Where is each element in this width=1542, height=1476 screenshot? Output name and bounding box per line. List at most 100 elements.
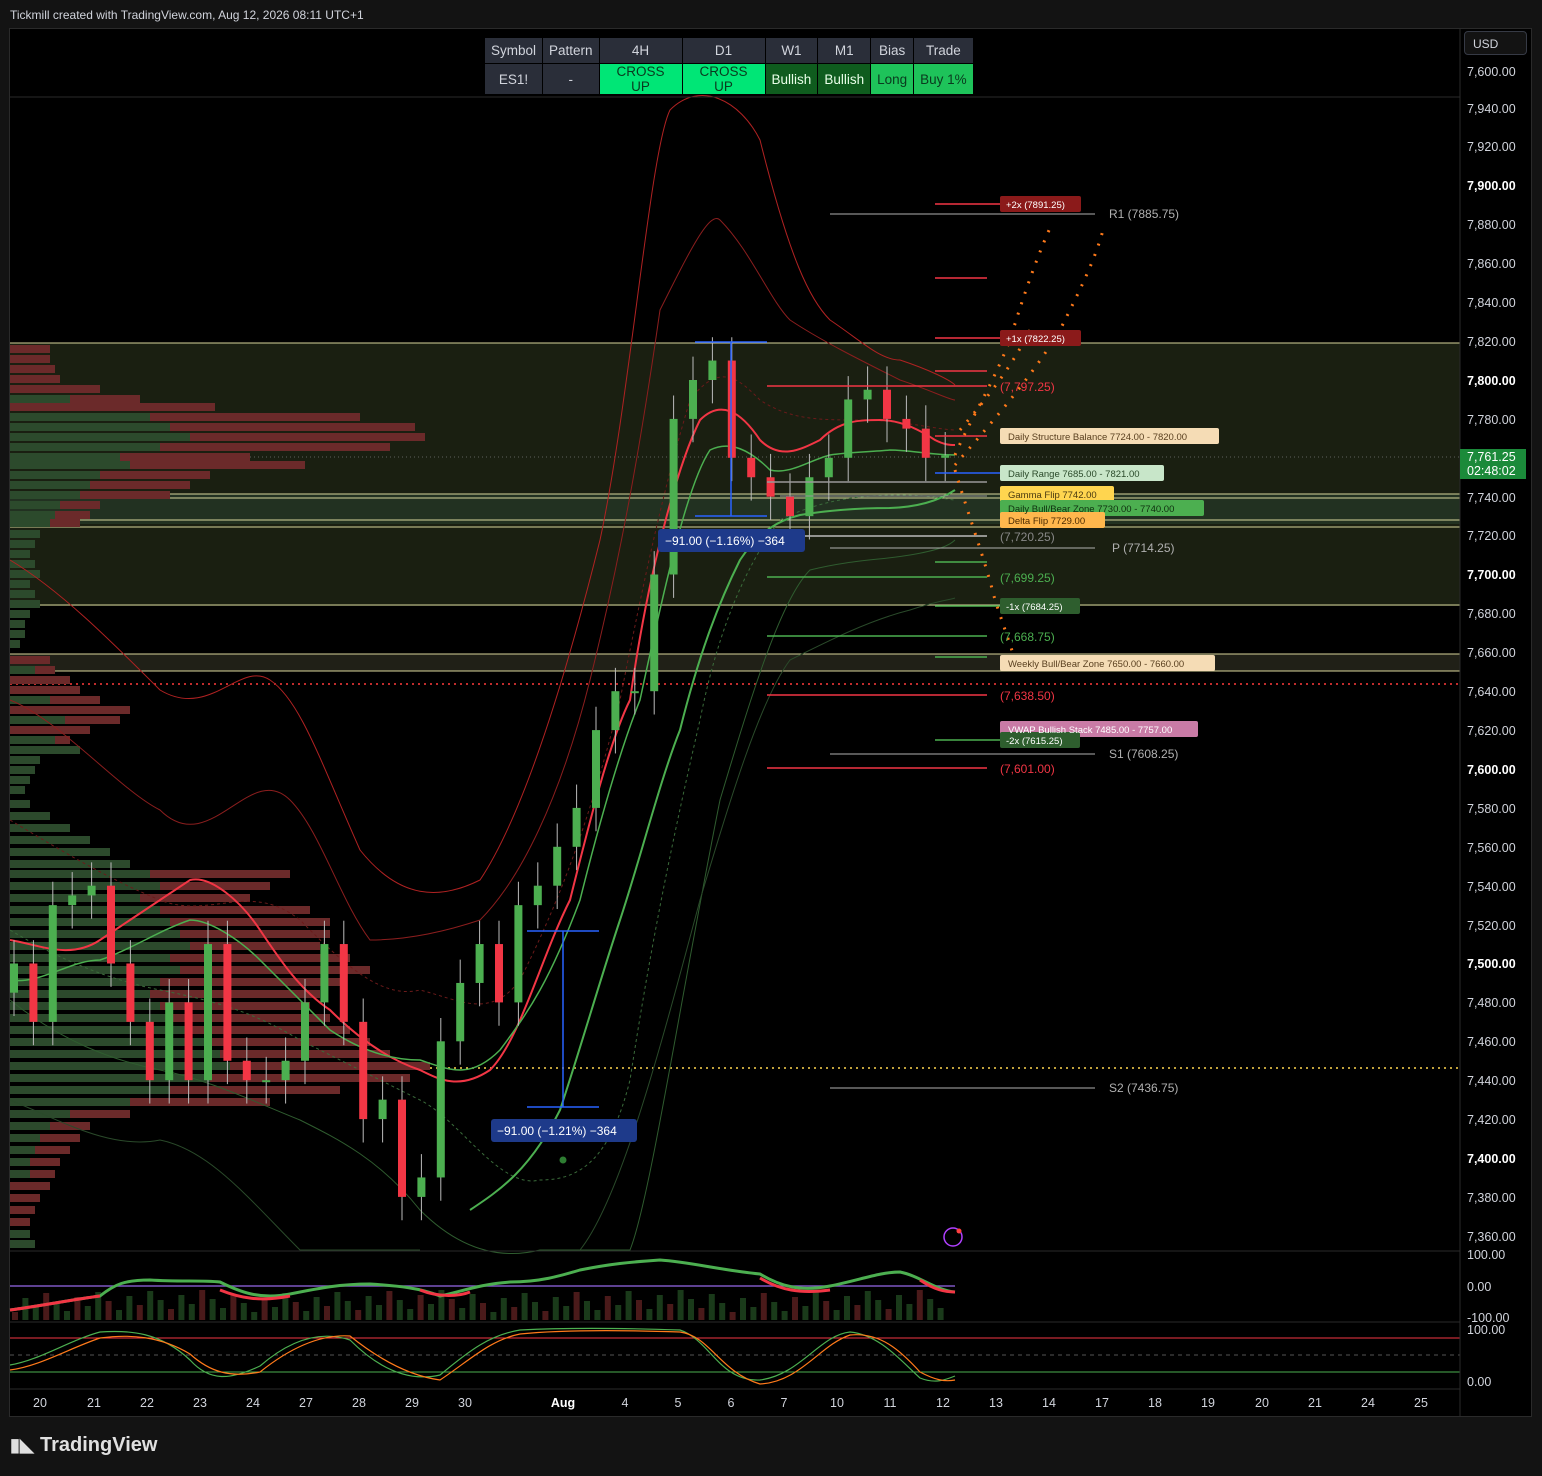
tradingview-logo[interactable]: ▮◣ TradingView — [10, 1434, 157, 1457]
histogram-bar — [188, 1304, 195, 1320]
candle-body — [398, 1099, 406, 1197]
time-tick: 29 — [405, 1396, 419, 1410]
candle-body — [592, 730, 600, 808]
price-axis-labels[interactable]: 7,600.00 7,940.00 7,920.00 7,900.00 7,88… — [1467, 65, 1516, 1389]
price-tick: 7,820.00 — [1467, 335, 1516, 349]
histogram-bar — [532, 1302, 538, 1320]
histogram-bar — [136, 1305, 143, 1320]
candle-body — [824, 457, 833, 478]
val-trade: Buy 1% — [913, 63, 974, 95]
candle-body — [533, 885, 542, 906]
zone-label: Daily Range 7685.00 - 7821.00 — [1008, 469, 1140, 480]
histogram-bar — [833, 1310, 840, 1320]
histogram-bar — [240, 1303, 247, 1320]
time-tick: 21 — [87, 1396, 101, 1410]
osc2-tick: 100.00 — [1467, 1323, 1505, 1337]
currency-button[interactable]: USD — [1464, 31, 1527, 55]
candle-body — [339, 944, 348, 1022]
histogram-bar — [823, 1301, 830, 1320]
price-tick: 7,680.00 — [1467, 607, 1516, 621]
time-tick: 17 — [1095, 1396, 1109, 1410]
candle-body — [10, 963, 18, 993]
histogram-bar — [906, 1304, 913, 1320]
level-label: (7,699.25) — [1000, 571, 1055, 585]
candle-body — [436, 1041, 445, 1178]
price-tick: 7,640.00 — [1467, 685, 1516, 699]
histogram-bar — [573, 1292, 580, 1320]
histogram-bar — [864, 1291, 871, 1320]
histogram-bar — [552, 1297, 559, 1320]
candle-body — [107, 885, 115, 964]
candle-body — [223, 944, 232, 1061]
price-tick: 7,600.00 — [1467, 65, 1516, 79]
histogram-bar — [771, 1302, 778, 1320]
candle-body — [281, 1060, 290, 1081]
histogram-bar — [168, 1309, 174, 1320]
time-tick: 20 — [1255, 1396, 1269, 1410]
candle-body — [475, 944, 484, 983]
candle-body — [29, 963, 38, 1022]
time-tick: 14 — [1042, 1396, 1056, 1410]
histogram-bar — [355, 1310, 362, 1320]
chart-svg[interactable]: 7,600.00 7,940.00 7,920.00 7,900.00 7,88… — [0, 0, 1542, 1476]
histogram-bar — [428, 1304, 434, 1320]
histogram-bar — [896, 1295, 902, 1320]
histogram-bar — [199, 1290, 206, 1320]
candle-body — [359, 1021, 368, 1120]
price-tick: 7,880.00 — [1467, 218, 1516, 232]
candle-body — [456, 982, 465, 1042]
val-symbol: ES1! — [483, 63, 544, 95]
price-tick: 7,940.00 — [1467, 102, 1516, 116]
histogram-bar — [303, 1311, 310, 1320]
histogram-bar — [885, 1309, 892, 1320]
histogram-bar — [511, 1307, 518, 1320]
histogram-bar — [854, 1305, 861, 1320]
histogram-bar — [417, 1295, 424, 1320]
osc2-tick: 0.00 — [1467, 1375, 1491, 1389]
price-tick: 7,600.00 — [1467, 763, 1516, 777]
price-tick: 7,360.00 — [1467, 1230, 1516, 1244]
histogram-bar — [344, 1301, 351, 1320]
time-tick: 27 — [299, 1396, 313, 1410]
histogram-bar — [407, 1309, 414, 1320]
candle-body — [262, 1080, 271, 1083]
histogram-bar — [500, 1298, 507, 1320]
histogram-bar — [53, 1302, 60, 1320]
signal-table-header: Symbol Pattern 4H D1 W1 M1 Bias Trade — [483, 37, 974, 64]
osc1-tick: 100.00 — [1467, 1248, 1505, 1262]
time-tick: 30 — [458, 1396, 472, 1410]
histogram-bar — [698, 1308, 705, 1320]
histogram-bar — [64, 1311, 70, 1320]
histogram-bar — [480, 1303, 486, 1320]
zone-label: Gamma Flip 7742.00 — [1008, 490, 1097, 501]
target-label: +2x (7891.25) — [1006, 200, 1065, 211]
val-w1: Bullish — [764, 63, 819, 95]
histogram-bar — [594, 1310, 601, 1320]
time-axis-labels[interactable]: 20 21 22 23 24 27 28 29 30 Aug 4 5 6 7 1… — [33, 1396, 1428, 1410]
val-4h: CROSS UP — [598, 63, 683, 95]
time-tick: 10 — [830, 1396, 844, 1410]
candle-body — [145, 1021, 154, 1081]
histogram-bar — [448, 1299, 455, 1320]
histogram-bar — [677, 1290, 684, 1320]
histogram-bar — [844, 1296, 850, 1320]
price-tick: 7,380.00 — [1467, 1191, 1516, 1205]
histogram-bar — [781, 1311, 788, 1320]
signal-table: Symbol Pattern 4H D1 W1 M1 Bias Trade ES… — [483, 37, 974, 95]
histogram-bar — [802, 1306, 809, 1320]
col-w1: W1 — [764, 37, 819, 64]
pivot-label: P (7714.25) — [1112, 541, 1175, 555]
price-tick: 7,840.00 — [1467, 296, 1516, 310]
time-tick: 18 — [1148, 1396, 1162, 1410]
histogram-bar — [937, 1308, 944, 1320]
histogram-bar — [105, 1301, 112, 1320]
histogram-bar — [12, 1312, 18, 1320]
val-d1: CROSS UP — [681, 63, 766, 95]
histogram-bar — [916, 1290, 923, 1320]
price-tick: 7,800.00 — [1467, 374, 1516, 388]
price-tick: 7,580.00 — [1467, 802, 1516, 816]
price-tick: 7,420.00 — [1467, 1113, 1516, 1127]
time-tick: 6 — [728, 1396, 735, 1410]
candle-body — [611, 691, 620, 731]
zone-label: VWAP Bullish Stack 7485.00 - 7757.00 — [1008, 725, 1172, 736]
